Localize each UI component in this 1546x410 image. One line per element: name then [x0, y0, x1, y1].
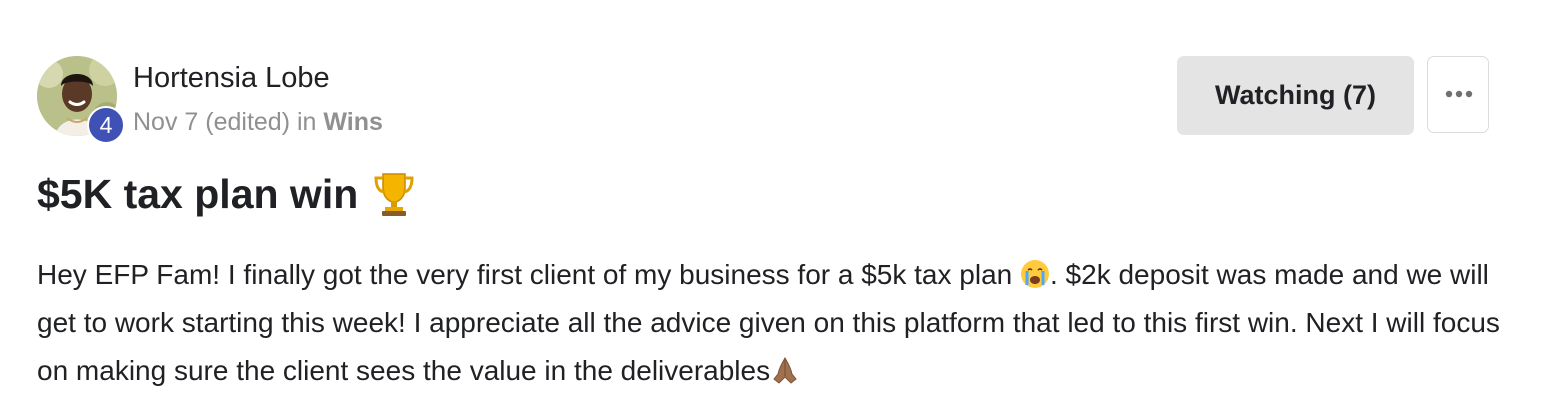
post-title: $5K tax plan win [37, 170, 359, 217]
post-date: Nov 7 (edited) [133, 108, 291, 136]
trophy-icon [374, 173, 414, 216]
post-meta: Nov 7 (edited) in Wins [133, 108, 383, 137]
author-name[interactable]: Hortensia Lobe [133, 62, 330, 95]
watching-button[interactable]: Watching (7) [1177, 56, 1414, 135]
category-link[interactable]: Wins [323, 108, 383, 136]
post-body: Hey EFP Fam! I finally got the very firs… [37, 251, 1507, 395]
post-card: 4 Hortensia Lobe Nov 7 (edited) in Wins … [0, 0, 1546, 410]
more-options-button[interactable] [1427, 56, 1489, 133]
meta-in-word: in [296, 108, 317, 136]
level-badge: 4 [87, 106, 125, 144]
praying-hands-icon [773, 357, 797, 384]
ellipsis-icon [1445, 90, 1473, 98]
author-avatar-container[interactable]: 4 [37, 56, 125, 144]
post-body-part-1: Hey EFP Fam! I finally got the very firs… [37, 259, 1020, 290]
crying-face-icon [1021, 260, 1049, 288]
post-title-row: $5K tax plan win [37, 170, 416, 218]
